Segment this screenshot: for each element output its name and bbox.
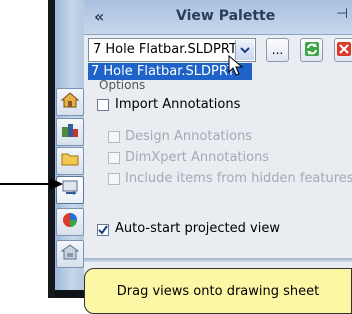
panel-title: View Palette — [176, 8, 276, 24]
refresh-icon — [304, 41, 320, 60]
mouse-cursor-icon — [228, 54, 244, 81]
drag-hint: Drag views onto drawing sheet — [84, 268, 352, 314]
dimxpert-annotations-label: DimXpert Annotations — [125, 150, 270, 165]
folder-icon — [61, 150, 79, 172]
browse-button[interactable]: ... — [266, 38, 289, 62]
collapse-button[interactable]: « — [94, 7, 104, 26]
design-annotations-label: Design Annotations — [125, 129, 253, 144]
close-icon — [337, 41, 351, 59]
pin-icon[interactable]: ⊣ — [336, 6, 348, 22]
clear-button[interactable] — [334, 38, 352, 62]
task-pane-border — [48, 0, 55, 298]
document-select-value: 7 Hole Flatbar.SLDPRT — [93, 42, 237, 57]
tab-appearances[interactable] — [56, 208, 84, 236]
tab-resources[interactable] — [56, 88, 84, 116]
include-hidden-label: Include items from hidden features — [125, 171, 352, 186]
tab-column-footer — [55, 290, 84, 298]
custom-properties-icon — [60, 243, 80, 265]
appearances-icon — [61, 211, 79, 233]
tab-design-library[interactable] — [56, 118, 84, 146]
view-palette-screen: « View Palette ⊣ 7 Hole Flatbar.SLDPRT 7… — [0, 0, 352, 314]
auto-start-checkbox[interactable] — [97, 224, 109, 236]
tab-file-explorer[interactable] — [56, 147, 84, 175]
dimxpert-annotations-checkbox — [108, 152, 120, 164]
design-annotations-checkbox — [108, 131, 120, 143]
import-annotations-label: Import Annotations — [115, 97, 241, 112]
drag-hint-text: Drag views onto drawing sheet — [116, 283, 320, 299]
import-annotations-checkbox[interactable] — [97, 99, 109, 111]
design-library-icon — [61, 121, 79, 143]
include-hidden-checkbox — [108, 173, 120, 185]
options-group-label: Options — [99, 78, 146, 92]
auto-start-label: Auto-start projected view — [115, 221, 280, 236]
home-icon — [60, 91, 80, 113]
palette-divider — [84, 258, 352, 262]
arrow-pointer-icon — [0, 174, 64, 198]
tab-custom-properties[interactable] — [56, 240, 84, 268]
refresh-button[interactable] — [300, 38, 323, 62]
